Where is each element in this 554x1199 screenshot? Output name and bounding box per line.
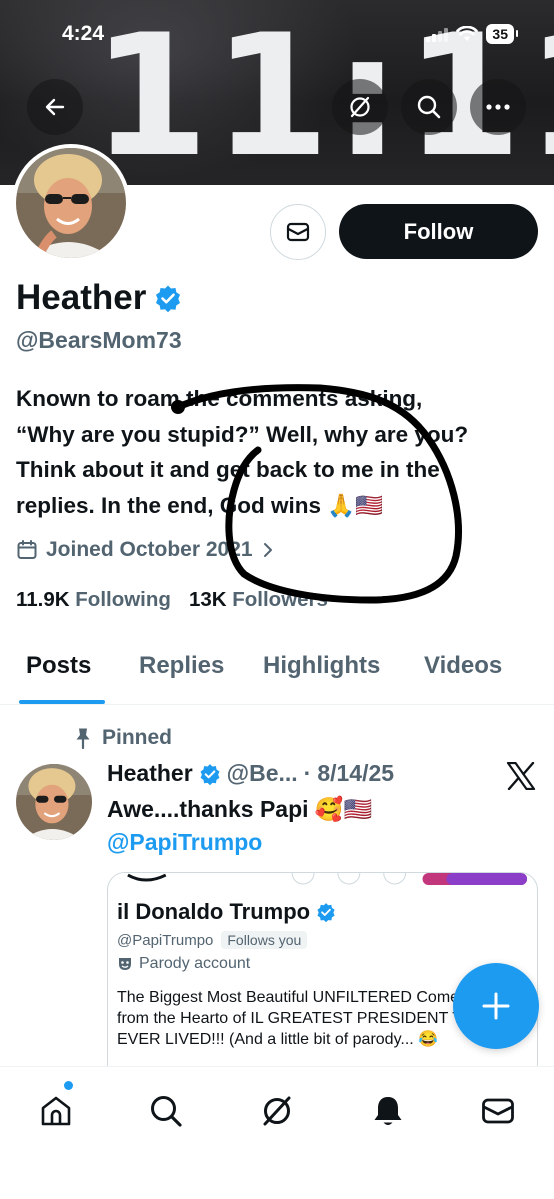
joined-date: Joined October 2021	[46, 538, 253, 561]
follow-button[interactable]: Follow	[339, 204, 538, 259]
pin-icon	[76, 728, 90, 749]
grok-icon	[350, 96, 370, 118]
bio-line: Known to roam the comments asking,	[16, 386, 423, 411]
post-text: Awe....thanks Papi 🥰🇺🇸	[107, 796, 373, 822]
search-icon	[151, 1096, 182, 1127]
bio-line: “Why are you stupid?” Well, why are you?	[16, 421, 469, 447]
pinned-label: Pinned	[102, 726, 173, 749]
wifi-icon	[456, 26, 479, 41]
parody-label-row: Parody account	[117, 955, 250, 973]
profile-stats: 11.9K Following 13K Followers	[16, 588, 328, 612]
bottom-navigation	[0, 1066, 554, 1199]
arrow-left-icon	[45, 98, 65, 116]
profile-handle: @BearsMom73	[16, 327, 182, 353]
nav-grok[interactable]	[253, 1087, 301, 1135]
tab-highlights[interactable]: Highlights	[263, 652, 380, 680]
grok-button[interactable]	[332, 79, 388, 135]
joined-date-row[interactable]: Joined October 2021	[16, 538, 275, 562]
post-mention-link[interactable]: @PapiTrumpo	[107, 826, 262, 858]
bio-line: Think about it and get back to me in the	[16, 457, 440, 482]
tab-videos[interactable]: Videos	[424, 652, 502, 680]
profile-tabs: Posts Replies Highlights Videos	[0, 648, 554, 704]
tab-posts[interactable]: Posts	[26, 652, 91, 680]
message-button[interactable]	[270, 204, 326, 260]
profile-avatar[interactable]	[12, 144, 130, 262]
post-author-avatar[interactable]	[16, 764, 92, 840]
verified-badge-icon	[200, 763, 220, 785]
profile-name: Heather	[16, 278, 147, 317]
card-name: il Donaldo Trumpo	[117, 899, 311, 924]
card-header-strip	[108, 873, 537, 887]
calendar-icon	[17, 540, 37, 559]
search-icon	[417, 95, 441, 119]
more-button[interactable]	[470, 79, 526, 135]
pinned-label-row: Pinned	[74, 726, 172, 750]
home-icon	[41, 1096, 71, 1126]
bio-line: replies. In the end, God wins 🙏🇺🇸	[16, 492, 384, 518]
post-header: Heather @Be... · 8/14/25	[107, 760, 394, 787]
envelope-icon	[286, 222, 310, 242]
verified-badge-icon	[317, 903, 335, 922]
x-logo-icon	[506, 762, 536, 790]
plus-icon	[482, 992, 510, 1020]
nav-notifications[interactable]	[364, 1087, 412, 1135]
back-button[interactable]	[27, 79, 83, 135]
status-icons: 35	[426, 24, 518, 44]
more-icon	[486, 104, 510, 110]
post-separator: ·	[303, 760, 312, 786]
profile-name-row: Heather	[16, 278, 182, 318]
tab-replies[interactable]: Replies	[139, 652, 224, 680]
search-button[interactable]	[401, 79, 457, 135]
followers-link[interactable]: 13K Followers	[189, 588, 328, 612]
post-author-handle: @Be...	[226, 760, 298, 786]
chevron-right-icon	[263, 543, 272, 557]
nav-home[interactable]	[32, 1087, 80, 1135]
avatar-image	[16, 148, 126, 258]
card-handle-row: @PapiTrumpo Follows you	[117, 931, 308, 949]
profile-bio: Known to roam the comments asking, “Why …	[16, 381, 546, 523]
envelope-icon	[482, 1098, 514, 1124]
following-count: 11.9K	[16, 588, 70, 611]
follows-you-badge: Follows you	[221, 931, 308, 949]
nav-search[interactable]	[142, 1087, 190, 1135]
following-link[interactable]: 11.9K Following	[16, 588, 171, 612]
verified-badge-icon[interactable]	[154, 284, 182, 312]
following-label: Following	[75, 588, 171, 611]
post-date[interactable]: 8/14/25	[317, 760, 394, 787]
battery-indicator: 35	[486, 24, 518, 44]
compose-button[interactable]	[453, 963, 539, 1049]
bell-icon	[374, 1097, 402, 1125]
followers-count: 13K	[188, 588, 227, 611]
card-name-row: il Donaldo Trumpo	[117, 899, 336, 925]
tabs-divider	[0, 704, 554, 705]
followers-label: Followers	[232, 588, 328, 611]
card-handle: @PapiTrumpo	[117, 931, 214, 949]
post-author-name[interactable]: Heather	[107, 760, 193, 787]
parody-mask-icon	[119, 958, 131, 970]
nav-messages[interactable]	[474, 1087, 522, 1135]
parody-label: Parody account	[139, 955, 251, 972]
signal-icon	[426, 27, 449, 42]
grok-icon	[263, 1096, 291, 1126]
status-time: 4:24	[62, 22, 105, 45]
